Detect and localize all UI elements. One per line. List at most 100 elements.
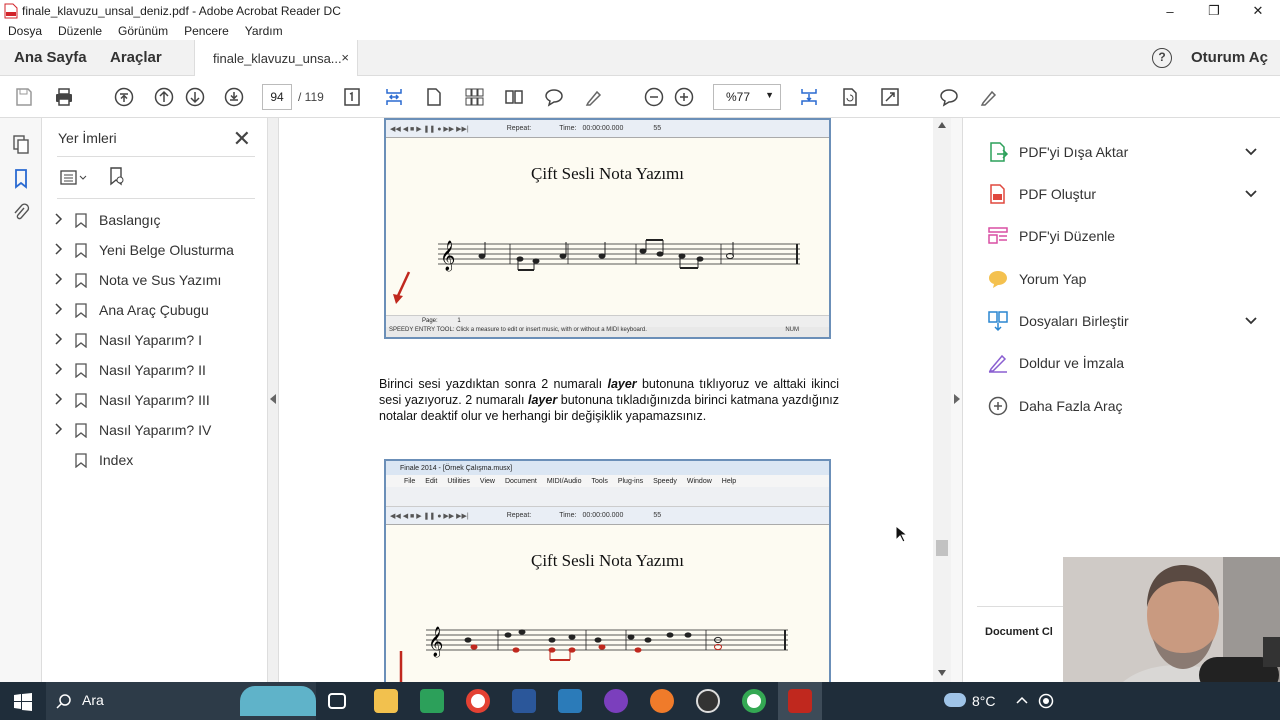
- taskbar: Ara 8°C: [0, 682, 1280, 720]
- add-comment-icon[interactable]: [937, 85, 961, 109]
- save-icon[interactable]: [12, 85, 36, 109]
- camtasia-icon[interactable]: [420, 689, 444, 713]
- rotate-page-icon[interactable]: [838, 85, 862, 109]
- chevron-right-icon[interactable]: [55, 392, 69, 408]
- pages-icon[interactable]: [11, 134, 31, 159]
- document-scrollbar[interactable]: [933, 118, 951, 682]
- left-panel-splitter[interactable]: [267, 118, 279, 682]
- chevron-down-icon[interactable]: [1245, 187, 1257, 201]
- find-bookmark-icon[interactable]: [107, 166, 127, 191]
- last-page-icon[interactable]: [222, 85, 246, 109]
- record-icon[interactable]: [1038, 693, 1054, 709]
- next-page-icon[interactable]: [183, 85, 207, 109]
- chevron-right-icon[interactable]: [55, 272, 69, 288]
- bookmark-item[interactable]: Index: [55, 445, 133, 475]
- first-page-icon[interactable]: [112, 85, 136, 109]
- file-explorer-icon[interactable]: [374, 689, 398, 713]
- finale-menu-item: Utilities: [447, 477, 470, 485]
- tab-document[interactable]: finale_klavuzu_unsa... ×: [194, 40, 358, 76]
- zoom-in-icon[interactable]: [672, 85, 696, 109]
- tool-comment[interactable]: Yorum Yap: [987, 264, 1257, 294]
- document-tab-close-button[interactable]: ×: [341, 50, 349, 65]
- bookmark-options-icon[interactable]: [59, 168, 89, 191]
- bookmarks-panel: Yer İmleri ✕ Baslangıç Yeni Belge Olustur…: [43, 118, 267, 682]
- two-page-view-icon[interactable]: [502, 85, 526, 109]
- print-icon[interactable]: [52, 85, 76, 109]
- chevron-right-icon[interactable]: [55, 422, 69, 438]
- bookmark-icon: [75, 213, 89, 229]
- zoom-select[interactable]: %77 ▼: [713, 84, 781, 110]
- task-view-icon[interactable]: [328, 693, 346, 709]
- sign-tool-icon[interactable]: [977, 85, 1001, 109]
- signin-button[interactable]: Oturum Aç: [1191, 49, 1268, 66]
- chevron-right-icon[interactable]: [55, 212, 69, 228]
- zoom-out-icon[interactable]: [642, 85, 666, 109]
- media-app-icon[interactable]: [604, 689, 628, 713]
- help-icon[interactable]: ?: [1152, 48, 1172, 68]
- bookmark-item[interactable]: Nasıl Yaparım? IV: [55, 415, 211, 445]
- bookmark-item[interactable]: Ana Araç Çubugu: [55, 295, 209, 325]
- bookmark-item[interactable]: Nasıl Yaparım? II: [55, 355, 206, 385]
- highlight-tool-icon[interactable]: [582, 85, 606, 109]
- acrobat-taskbar-active[interactable]: [778, 682, 822, 720]
- previous-page-icon[interactable]: [152, 85, 176, 109]
- right-panel-splitter[interactable]: [951, 118, 963, 682]
- finale-icon[interactable]: [558, 689, 582, 713]
- single-page-icon[interactable]: [422, 85, 446, 109]
- bookmarks-icon[interactable]: [11, 168, 31, 193]
- tab-home[interactable]: Ana Sayfa: [14, 49, 87, 66]
- chevron-down-icon[interactable]: [1245, 314, 1257, 328]
- page-label: Page:: [422, 318, 438, 324]
- tool-edit-pdf[interactable]: PDF'yi Düzenle: [987, 221, 1257, 251]
- tool-combine-files[interactable]: Dosyaları Birleştir: [987, 306, 1257, 336]
- tool-export-pdf[interactable]: PDF'yi Dışa Aktar: [987, 137, 1257, 167]
- tray-chevron-up-icon[interactable]: [1016, 696, 1028, 704]
- menu-duzenle[interactable]: Düzenle: [58, 24, 102, 38]
- bookmark-item[interactable]: Yeni Belge Olusturma: [55, 235, 234, 265]
- window-close-button[interactable]: ✕: [1236, 0, 1280, 22]
- chevron-right-icon[interactable]: [55, 362, 69, 378]
- music-staff: 𝄞: [438, 239, 800, 272]
- scrollbar-thumb[interactable]: [936, 540, 948, 556]
- minimize-button[interactable]: –: [1148, 0, 1192, 22]
- mouse-cursor-icon: [895, 525, 907, 543]
- fit-width-icon[interactable]: [382, 85, 406, 109]
- chrome-profile-icon[interactable]: [742, 689, 766, 713]
- menu-gorunum[interactable]: Görünüm: [118, 24, 168, 38]
- bookmark-item[interactable]: Nasıl Yaparım? I: [55, 325, 202, 355]
- divider: [57, 156, 255, 157]
- bookmarks-close-button[interactable]: ✕: [233, 126, 251, 152]
- scroll-mode-icon[interactable]: [797, 85, 821, 109]
- page-fit-icon[interactable]: [340, 85, 364, 109]
- obs-icon[interactable]: [696, 689, 720, 713]
- bookmark-item[interactable]: Nasıl Yaparım? III: [55, 385, 210, 415]
- attachments-icon[interactable]: [11, 202, 31, 227]
- menu-yardim[interactable]: Yardım: [245, 24, 283, 38]
- chevron-right-icon[interactable]: [55, 242, 69, 258]
- page-thumbnails-icon[interactable]: [462, 85, 486, 109]
- full-screen-icon[interactable]: [878, 85, 902, 109]
- chevron-right-icon[interactable]: [55, 302, 69, 318]
- menu-dosya[interactable]: Dosya: [8, 24, 42, 38]
- bookmark-item[interactable]: Baslangıç: [55, 205, 160, 235]
- score-title: Çift Sesli Nota Yazımı: [530, 164, 684, 183]
- body-paragraph: Birinci sesi yazdıktan sonra 2 numaralı …: [379, 376, 839, 424]
- tool-fill-sign[interactable]: Doldur ve İmzala: [987, 348, 1257, 378]
- chevron-right-icon[interactable]: [55, 332, 69, 348]
- page-number-input[interactable]: 94: [262, 84, 292, 110]
- windows-start-icon[interactable]: [14, 693, 32, 714]
- firefox-icon[interactable]: [650, 689, 674, 713]
- menu-pencere[interactable]: Pencere: [184, 24, 229, 38]
- bookmark-item[interactable]: Nota ve Sus Yazımı: [55, 265, 221, 295]
- tool-more-tools[interactable]: Daha Fazla Araç: [987, 391, 1257, 421]
- tool-create-pdf[interactable]: PDF Oluştur: [987, 179, 1257, 209]
- comment-tool-icon[interactable]: [542, 85, 566, 109]
- chrome-icon[interactable]: [466, 689, 490, 713]
- tool-label: Daha Fazla Araç: [1019, 398, 1123, 414]
- document-view[interactable]: ◀◀ ◀ ■ ▶ ❚❚ ● ▶▶ ▶▶| Repeat: Time: 00:00…: [279, 118, 933, 682]
- comment-icon: [987, 268, 1009, 290]
- restore-button[interactable]: ❐: [1192, 0, 1236, 22]
- tab-tools[interactable]: Araçlar: [110, 49, 162, 66]
- chevron-down-icon[interactable]: [1245, 145, 1257, 159]
- word-icon[interactable]: [512, 689, 536, 713]
